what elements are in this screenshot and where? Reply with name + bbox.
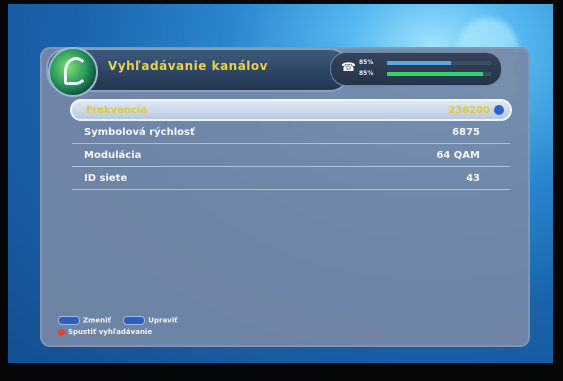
- change-hint: Zmeniť: [83, 316, 111, 325]
- footer-line-2: Spustiť vyhľadávanie: [58, 328, 152, 336]
- row-frequency[interactable]: Frekvencia 236200: [70, 99, 512, 121]
- signal-quality-label: 85%: [359, 70, 374, 77]
- row-label: Frekvencia: [86, 104, 148, 116]
- row-label: Symbolová rýchlosť: [84, 126, 195, 138]
- row-value: 236200: [448, 104, 490, 116]
- app-logo-icon: [48, 47, 98, 97]
- ok-key-icon: [123, 316, 146, 325]
- row-network-id[interactable]: ID siete 43: [70, 167, 512, 189]
- menu-panel: [40, 47, 530, 347]
- settings-list: Frekvencia 236200 Symbolová rýchlosť 687…: [70, 99, 512, 190]
- start-scan-hint: Spustiť vyhľadávanie: [68, 328, 153, 336]
- row-modulation[interactable]: Modulácia 64 QAM: [70, 144, 512, 166]
- signal-strength-fill: [387, 61, 452, 65]
- row-symbol-rate[interactable]: Symbolová rýchlosť 6875: [70, 121, 512, 143]
- signal-quality-fill: [387, 72, 483, 76]
- edit-hint: Upraviť: [148, 316, 178, 325]
- signal-strength-bar: [387, 61, 491, 65]
- row-value: 6875: [452, 126, 480, 138]
- signal-indicator: ☎ 85% 85%: [330, 52, 502, 86]
- page-title: Vyhľadávanie kanálov: [108, 59, 268, 73]
- red-key-icon: [58, 328, 65, 336]
- row-label: Modulácia: [84, 149, 142, 161]
- select-arrow-icon: [494, 105, 504, 115]
- row-value: 64 QAM: [436, 149, 480, 161]
- signal-strength-label: 85%: [359, 59, 374, 66]
- row-label: ID siete: [84, 172, 128, 184]
- row-value: 43: [466, 172, 480, 184]
- left-right-key-icon: [58, 316, 80, 325]
- footer-line-1: Zmeniť Upraviť: [58, 316, 177, 325]
- satellite-dish-icon: ☎: [341, 60, 356, 74]
- divider: [72, 189, 510, 190]
- footer-hints: Zmeniť Upraviť Spustiť vyhľadávanie: [40, 314, 530, 346]
- signal-quality-bar: [387, 72, 491, 76]
